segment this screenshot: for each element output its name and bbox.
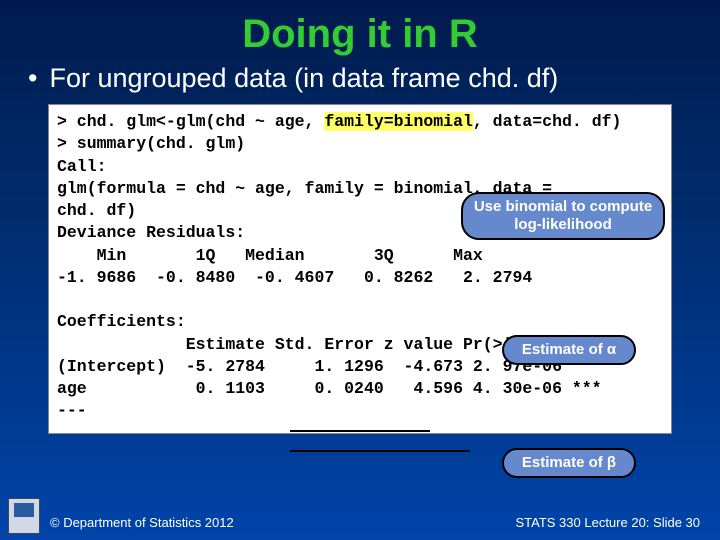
- callout-binomial: Use binomial to computelog-likelihood: [461, 192, 665, 240]
- copyright-text: © Department of Statistics 2012: [50, 515, 234, 530]
- callout-alpha: Estimate of α: [502, 335, 636, 365]
- callout-beta: Estimate of β: [502, 448, 636, 478]
- slide-title: Doing it in R: [0, 0, 720, 63]
- connector-line: [290, 430, 430, 432]
- bullet-text: For ungrouped data (in data frame chd. d…: [49, 63, 558, 93]
- footer: © Department of Statistics 2012 STATS 33…: [50, 515, 700, 530]
- code-block: > chd. glm<-glm(chd ~ age, family=binomi…: [48, 104, 672, 434]
- highlighted-code: family=binomial: [324, 112, 473, 131]
- bullet-icon: •: [28, 63, 37, 94]
- connector-line: [290, 450, 470, 452]
- slide-number: STATS 330 Lecture 20: Slide 30: [515, 515, 700, 530]
- bullet-row: • For ungrouped data (in data frame chd. …: [0, 63, 720, 104]
- university-logo: [8, 498, 40, 534]
